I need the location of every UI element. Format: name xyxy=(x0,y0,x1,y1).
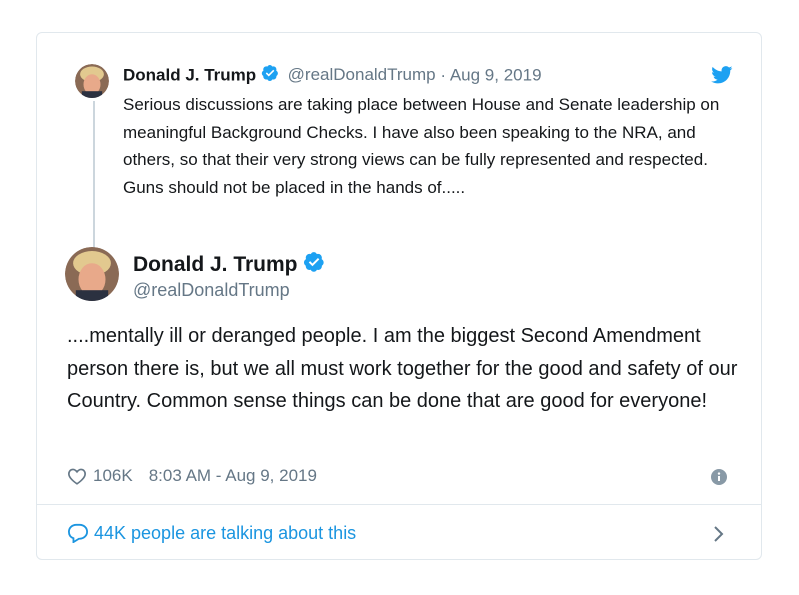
main-author-handle[interactable]: @realDonaldTrump xyxy=(133,279,290,301)
talking-about-text[interactable]: 44K people are talking about this xyxy=(94,522,356,544)
verified-badge-icon xyxy=(261,64,279,88)
quoted-avatar[interactable] xyxy=(75,64,109,98)
main-avatar[interactable] xyxy=(65,247,119,301)
quoted-tweet-text: Serious discussions are taking place bet… xyxy=(123,95,720,197)
twitter-bird-icon[interactable] xyxy=(711,66,733,84)
quoted-author-handle[interactable]: @realDonaldTrump xyxy=(288,65,436,84)
main-author-name-row: Donald J. Trump xyxy=(133,251,325,280)
main-author-name[interactable]: Donald J. Trump xyxy=(133,253,298,276)
thread-line xyxy=(93,101,95,271)
quoted-date[interactable]: Aug 9, 2019 xyxy=(450,65,542,84)
tweet-timestamp[interactable]: 8:03 AM - Aug 9, 2019 xyxy=(149,465,317,487)
quoted-header: Donald J. Trump @realDonaldTrump · Aug 9… xyxy=(123,64,542,88)
reply-bubble-icon xyxy=(67,523,89,543)
info-icon[interactable] xyxy=(711,469,727,485)
quoted-author-name[interactable]: Donald J. Trump xyxy=(123,65,256,84)
verified-badge-icon xyxy=(303,251,325,280)
conversation-link[interactable]: 44K people are talking about this xyxy=(67,522,356,544)
quoted-separator: · xyxy=(440,65,447,85)
footer-divider xyxy=(37,504,761,505)
heart-icon[interactable] xyxy=(67,467,87,485)
chevron-right-icon[interactable] xyxy=(713,525,725,543)
embedded-tweet-card: Donald J. Trump @realDonaldTrump · Aug 9… xyxy=(36,32,762,560)
tweet-meta: 106K 8:03 AM - Aug 9, 2019 xyxy=(67,465,317,487)
like-count[interactable]: 106K xyxy=(93,465,133,487)
main-tweet-text: ....mentally ill or deranged people. I a… xyxy=(67,325,738,412)
